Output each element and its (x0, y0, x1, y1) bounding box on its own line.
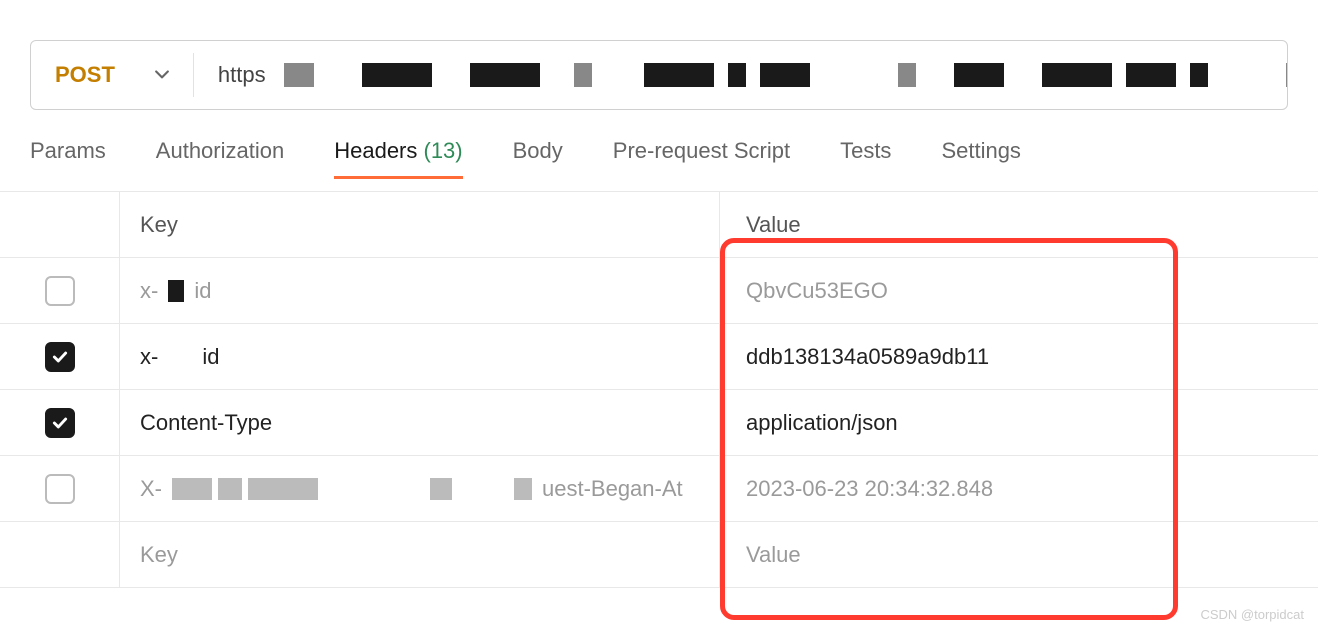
row-checkbox[interactable] (45, 474, 75, 504)
table-row-new: Key Value (0, 522, 1318, 588)
tab-body[interactable]: Body (513, 138, 563, 179)
header-value-input[interactable]: QbvCu53EGO (720, 258, 1318, 323)
table-row: Content-Type application/json (0, 390, 1318, 456)
watermark: CSDN @torpidcat (1200, 607, 1304, 622)
header-key-input[interactable]: X- uest-Began-At (120, 456, 720, 521)
header-key-input[interactable]: x- id (120, 258, 720, 323)
url-redacted: 3 (284, 62, 1287, 88)
header-value-input[interactable]: ddb138134a0589a9db11 (720, 324, 1318, 389)
header-key-input[interactable]: x- id (120, 324, 720, 389)
tab-headers-label: Headers (334, 138, 417, 163)
url-text: https (218, 62, 266, 88)
table-row: x- id ddb138134a0589a9db11 (0, 324, 1318, 390)
method-label: POST (55, 62, 115, 88)
header-value-input[interactable]: application/json (720, 390, 1318, 455)
row-checkbox[interactable] (45, 276, 75, 306)
tab-headers-count: (13) (424, 138, 463, 163)
table-header-checkbox-cell (0, 192, 120, 257)
tab-prerequest[interactable]: Pre-request Script (613, 138, 790, 179)
chevron-down-icon (155, 68, 169, 82)
header-value-input-new[interactable]: Value (720, 522, 1318, 587)
table-row: x- id QbvCu53EGO (0, 258, 1318, 324)
table-row: X- uest-Began-At 2023-06-23 20:34:32.848 (0, 456, 1318, 522)
header-key-input-new[interactable]: Key (120, 522, 720, 587)
request-bar: POST https (30, 40, 1288, 110)
row-checkbox[interactable] (45, 408, 75, 438)
tab-params[interactable]: Params (30, 138, 106, 179)
tab-headers[interactable]: Headers (13) (334, 138, 462, 179)
header-value-input[interactable]: 2023-06-23 20:34:32.848 (720, 456, 1318, 521)
request-tabs: Params Authorization Headers (13) Body P… (0, 110, 1318, 179)
url-input[interactable]: https 3 (194, 62, 1287, 88)
tab-authorization[interactable]: Authorization (156, 138, 284, 179)
row-checkbox[interactable] (45, 342, 75, 372)
tab-settings[interactable]: Settings (941, 138, 1021, 179)
method-dropdown[interactable]: POST (31, 41, 193, 109)
header-key-input[interactable]: Content-Type (120, 390, 720, 455)
key-redacted (172, 478, 532, 500)
table-header-key: Key (120, 192, 720, 257)
headers-table: Key Value x- id QbvCu53EGO x- id ddb1381… (0, 191, 1318, 588)
table-header-row: Key Value (0, 192, 1318, 258)
tab-tests[interactable]: Tests (840, 138, 891, 179)
table-header-value: Value (720, 192, 1318, 257)
key-redacted (168, 280, 184, 302)
